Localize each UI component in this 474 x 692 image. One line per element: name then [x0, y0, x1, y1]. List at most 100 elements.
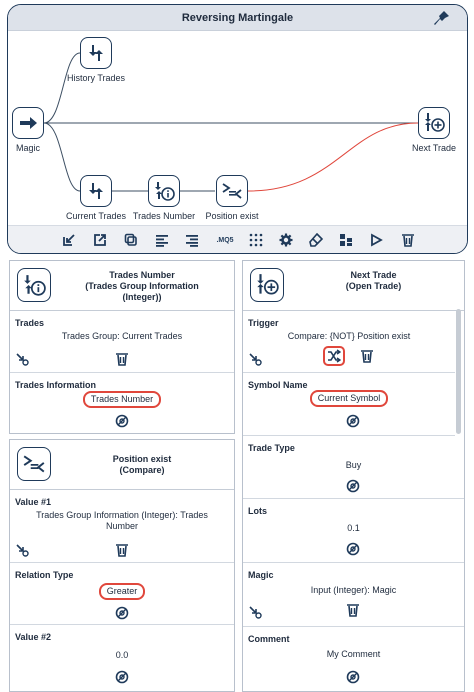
field-label: Trigger: [248, 318, 279, 328]
mq5-button[interactable]: .MQ5: [213, 232, 237, 248]
field-trades-information: Trades Information Trades Number: [10, 373, 234, 435]
link-input-icon[interactable]: [15, 543, 29, 557]
panel-position-exist: Position exist (Compare) Value #1 Trades…: [9, 439, 235, 692]
field-symbol-name: Symbol Name Current Symbol: [243, 373, 455, 436]
panel-header: Position exist (Compare): [10, 440, 234, 490]
input-arrow-icon: [20, 117, 37, 129]
open-trade-icon: [425, 113, 445, 132]
field-relation-type: Relation Type Greater: [10, 563, 234, 625]
delete-icon[interactable]: [400, 232, 416, 248]
compare-icon: [17, 447, 51, 481]
node-label-history-trades: History Trades: [66, 73, 126, 83]
field-value[interactable]: Buy: [253, 460, 454, 471]
delete-icon[interactable]: [115, 543, 129, 557]
grid-icon[interactable]: [248, 232, 264, 248]
delete-icon[interactable]: [115, 352, 129, 366]
refresh-icon[interactable]: [346, 670, 360, 684]
node-history-trades[interactable]: [80, 37, 112, 69]
field-label: Value #1: [15, 497, 52, 507]
field-label: Comment: [248, 634, 290, 644]
trades-info-icon: [17, 268, 51, 302]
node-label-current-trades: Current Trades: [65, 211, 127, 221]
field-comment: Comment My Comment: [243, 627, 464, 691]
field-label: Value #2: [15, 632, 52, 642]
field-trigger: Trigger Compare: {NOT} Position exist: [243, 311, 455, 373]
field-value-2: Value #2 0.0: [10, 625, 234, 691]
field-value-highlighted[interactable]: Greater: [98, 583, 146, 600]
field-value[interactable]: Trades Group: Current Trades: [20, 331, 224, 342]
panel-header: Next Trade (Open Trade): [243, 261, 464, 311]
current-trades-icon: [89, 183, 103, 199]
diagram-title: Reversing Martingale: [8, 5, 467, 31]
diagram-canvas[interactable]: History Trades Magic Current Trades Trad…: [8, 31, 467, 225]
node-magic[interactable]: [12, 107, 44, 139]
align-right-icon[interactable]: [184, 232, 200, 248]
diagram-toolbar: .MQ5: [8, 225, 467, 253]
mq5-label: .MQ5: [216, 236, 234, 244]
link-position-next: [247, 122, 419, 192]
field-label: Relation Type: [15, 570, 74, 580]
import-icon[interactable]: [61, 232, 77, 248]
node-current-trades[interactable]: [80, 175, 112, 207]
refresh-icon[interactable]: [346, 479, 360, 493]
layout-icon[interactable]: [338, 232, 354, 248]
delete-icon[interactable]: [360, 349, 374, 363]
node-next-trade[interactable]: [418, 107, 450, 139]
field-label: Trades: [15, 318, 45, 328]
field-value-wrap: Current Symbol: [253, 390, 445, 407]
field-value[interactable]: 0.0: [20, 650, 224, 661]
field-value[interactable]: Compare: {NOT} Position exist: [253, 331, 445, 342]
node-label-trades-number: Trades Number: [132, 211, 196, 221]
delete-icon[interactable]: [346, 603, 360, 617]
field-value-wrap: Trades Number: [20, 391, 224, 408]
field-value-highlighted[interactable]: Current Symbol: [309, 390, 389, 407]
open-trade-icon: [250, 268, 284, 302]
panel-title: Next Trade (Open Trade): [345, 270, 402, 291]
field-trade-type: Trade Type Buy: [243, 436, 464, 499]
field-value[interactable]: My Comment: [253, 649, 454, 660]
panel-header: Trades Number (Trades Group Information …: [10, 261, 234, 311]
field-value[interactable]: 0.1: [253, 523, 454, 534]
field-label: Trade Type: [248, 443, 295, 453]
shuffle-icon[interactable]: [323, 346, 345, 366]
field-value[interactable]: Input (Integer): Magic: [253, 585, 454, 596]
settings-icon[interactable]: [278, 232, 294, 248]
scrollbar[interactable]: [456, 309, 461, 434]
link-magic-current: [43, 122, 81, 192]
compare-icon: [222, 183, 242, 199]
panel-title: Trades Number (Trades Group Information …: [85, 270, 199, 302]
refresh-icon[interactable]: [115, 670, 129, 684]
node-trades-number[interactable]: [148, 175, 180, 207]
run-icon[interactable]: [368, 232, 384, 248]
link-input-icon[interactable]: [248, 352, 262, 366]
align-left-icon[interactable]: [154, 232, 170, 248]
refresh-icon[interactable]: [346, 414, 360, 428]
trades-info-icon: [155, 182, 175, 201]
link-magic-history: [43, 52, 81, 124]
field-label: Symbol Name: [248, 380, 308, 390]
panel-next-trade: Next Trade (Open Trade) Trigger Compare:…: [242, 260, 465, 692]
copy-icon[interactable]: [123, 232, 139, 248]
field-value-wrap: Greater: [20, 583, 224, 600]
field-trades: Trades Trades Group: Current Trades: [10, 311, 234, 373]
history-trades-icon: [89, 45, 103, 61]
node-label-next-trade: Next Trade: [411, 143, 457, 153]
field-lots: Lots 0.1: [243, 499, 464, 563]
export-icon[interactable]: [92, 232, 108, 248]
node-label-position-exist: Position exist: [205, 211, 259, 221]
pin-icon[interactable]: [433, 9, 451, 27]
field-label: Magic: [248, 570, 274, 580]
panel-trades-number: Trades Number (Trades Group Information …: [9, 260, 235, 434]
field-value[interactable]: Trades Group Information (Integer): Trad…: [20, 510, 224, 532]
field-value-highlighted[interactable]: Trades Number: [82, 391, 162, 408]
refresh-icon[interactable]: [115, 606, 129, 620]
field-magic: Magic Input (Integer): Magic: [243, 563, 464, 627]
refresh-icon[interactable]: [346, 542, 360, 556]
link-input-icon[interactable]: [15, 352, 29, 366]
node-position-exist[interactable]: [216, 175, 248, 207]
diagram-window: Reversing Martingale History Trades Magi…: [7, 4, 468, 254]
eraser-icon[interactable]: [308, 232, 324, 248]
refresh-icon[interactable]: [115, 414, 129, 428]
link-input-icon[interactable]: [248, 605, 262, 619]
field-value-1: Value #1 Trades Group Information (Integ…: [10, 490, 234, 563]
